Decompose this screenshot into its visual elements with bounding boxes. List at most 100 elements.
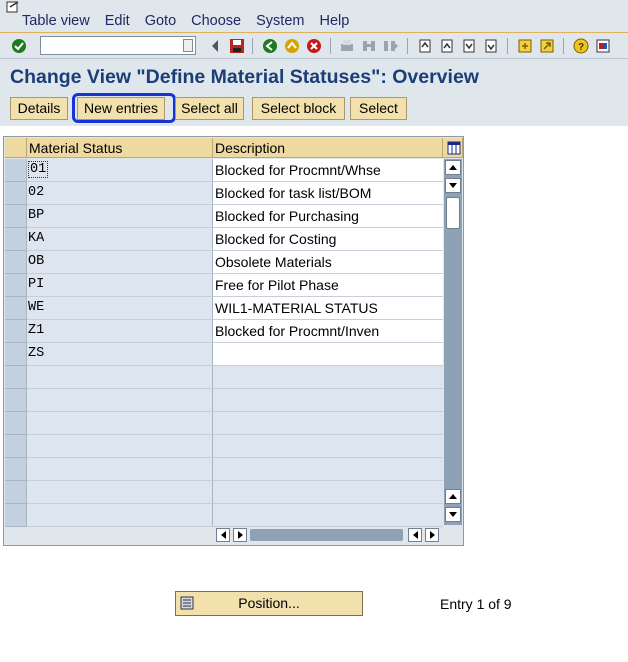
row-selector[interactable]	[5, 159, 27, 182]
material-status-cell[interactable]: WE	[27, 297, 213, 320]
material-status-cell[interactable]	[27, 412, 213, 435]
scroll-up-bottom-button[interactable]	[445, 489, 461, 504]
scroll-right-button[interactable]	[233, 528, 247, 542]
row-selector[interactable]	[5, 366, 27, 389]
help-icon[interactable]: ?	[572, 37, 590, 55]
description-cell[interactable]: Free for Pilot Phase	[213, 274, 443, 297]
vertical-scrollbar[interactable]	[444, 159, 462, 525]
row-selector[interactable]	[5, 182, 27, 205]
material-status-cell[interactable]	[27, 366, 213, 389]
description-cell[interactable]	[213, 504, 443, 527]
material-status-cell[interactable]	[27, 458, 213, 481]
table-settings-icon[interactable]	[443, 138, 463, 158]
scroll-up-button[interactable]	[445, 160, 461, 175]
shortcut-icon[interactable]	[538, 37, 556, 55]
window-menu-icon[interactable]	[6, 1, 20, 13]
scroll-down-bottom-button[interactable]	[445, 507, 461, 522]
menu-bar: Table view Edit Goto Choose System Help	[0, 0, 628, 33]
description-cell[interactable]	[213, 343, 443, 366]
vertical-scroll-thumb[interactable]	[446, 197, 460, 229]
scroll-left-button[interactable]	[216, 528, 230, 542]
menu-item-choose[interactable]: Choose	[191, 13, 241, 29]
row-selector[interactable]	[5, 205, 27, 228]
scroll-down-button[interactable]	[445, 178, 461, 193]
table-row	[5, 366, 443, 389]
save-icon[interactable]	[228, 37, 246, 55]
row-selector[interactable]	[5, 320, 27, 343]
find-next-icon[interactable]	[382, 37, 400, 55]
material-status-cell[interactable]	[27, 389, 213, 412]
material-status-cell[interactable]	[27, 504, 213, 527]
description-cell[interactable]: Blocked for Procmnt/Whse	[213, 159, 443, 182]
find-icon[interactable]	[360, 37, 378, 55]
horizontal-scroll-track[interactable]	[250, 529, 403, 541]
row-selector[interactable]	[5, 343, 27, 366]
customize-layout-icon[interactable]	[594, 37, 612, 55]
menu-item-table-view[interactable]: Table view	[22, 13, 90, 29]
row-selector[interactable]	[5, 458, 27, 481]
material-status-cell[interactable]: KA	[27, 228, 213, 251]
description-cell[interactable]	[213, 389, 443, 412]
row-selector[interactable]	[5, 412, 27, 435]
description-cell[interactable]: Blocked for task list/BOM	[213, 182, 443, 205]
horizontal-scrollbar[interactable]	[4, 528, 462, 544]
material-status-cell[interactable]: 01	[27, 159, 213, 182]
description-cell[interactable]: Blocked for Costing	[213, 228, 443, 251]
description-cell[interactable]: Blocked for Purchasing	[213, 205, 443, 228]
description-cell[interactable]	[213, 412, 443, 435]
select-button[interactable]: Select	[350, 97, 407, 120]
description-cell[interactable]: Obsolete Materials	[213, 251, 443, 274]
description-cell[interactable]	[213, 366, 443, 389]
material-status-cell[interactable]: BP	[27, 205, 213, 228]
row-selector[interactable]	[5, 228, 27, 251]
select-block-button[interactable]: Select block	[252, 97, 345, 120]
description-cell[interactable]	[213, 481, 443, 504]
select-all-rows-header[interactable]	[5, 138, 27, 158]
command-dropdown-icon[interactable]	[183, 39, 193, 52]
standard-toolbar: ?	[0, 33, 628, 59]
description-cell[interactable]	[213, 435, 443, 458]
row-selector[interactable]	[5, 251, 27, 274]
row-selector[interactable]	[5, 297, 27, 320]
material-status-cell[interactable]	[27, 481, 213, 504]
material-status-cell[interactable]: PI	[27, 274, 213, 297]
description-cell[interactable]: Blocked for Procmnt/Inven	[213, 320, 443, 343]
column-header-material-status[interactable]: Material Status	[27, 138, 213, 158]
row-selector[interactable]	[5, 481, 27, 504]
back-icon[interactable]	[206, 37, 224, 55]
command-field[interactable]	[40, 36, 196, 55]
material-status-cell[interactable]: 02	[27, 182, 213, 205]
select-all-button[interactable]: Select all	[175, 97, 244, 120]
scroll-right-end-button[interactable]	[425, 528, 439, 542]
position-button[interactable]: Position...	[175, 591, 363, 616]
menu-item-goto[interactable]: Goto	[145, 13, 176, 29]
row-selector[interactable]	[5, 435, 27, 458]
material-status-cell[interactable]	[27, 435, 213, 458]
scroll-left-end-button[interactable]	[408, 528, 422, 542]
print-icon[interactable]	[338, 37, 356, 55]
first-page-icon[interactable]	[416, 37, 434, 55]
cancel-icon[interactable]	[305, 37, 323, 55]
row-selector[interactable]	[5, 504, 27, 527]
back-green-icon[interactable]	[261, 37, 279, 55]
exit-icon[interactable]	[283, 37, 301, 55]
description-cell[interactable]: WIL1-MATERIAL STATUS	[213, 297, 443, 320]
row-selector[interactable]	[5, 274, 27, 297]
create-session-icon[interactable]	[516, 37, 534, 55]
description-value: Blocked for Costing	[215, 231, 337, 247]
next-page-icon[interactable]	[460, 37, 478, 55]
enter-icon[interactable]	[10, 37, 28, 55]
material-status-cell[interactable]: Z1	[27, 320, 213, 343]
menu-item-system[interactable]: System	[256, 13, 304, 29]
new-entries-button[interactable]: New entries	[77, 97, 165, 120]
description-cell[interactable]	[213, 458, 443, 481]
column-header-description[interactable]: Description	[213, 138, 443, 158]
material-status-cell[interactable]: ZS	[27, 343, 213, 366]
menu-item-help[interactable]: Help	[319, 13, 349, 29]
previous-page-icon[interactable]	[438, 37, 456, 55]
last-page-icon[interactable]	[482, 37, 500, 55]
material-status-cell[interactable]: OB	[27, 251, 213, 274]
details-button[interactable]: Details	[10, 97, 68, 120]
row-selector[interactable]	[5, 389, 27, 412]
menu-item-edit[interactable]: Edit	[105, 13, 130, 29]
